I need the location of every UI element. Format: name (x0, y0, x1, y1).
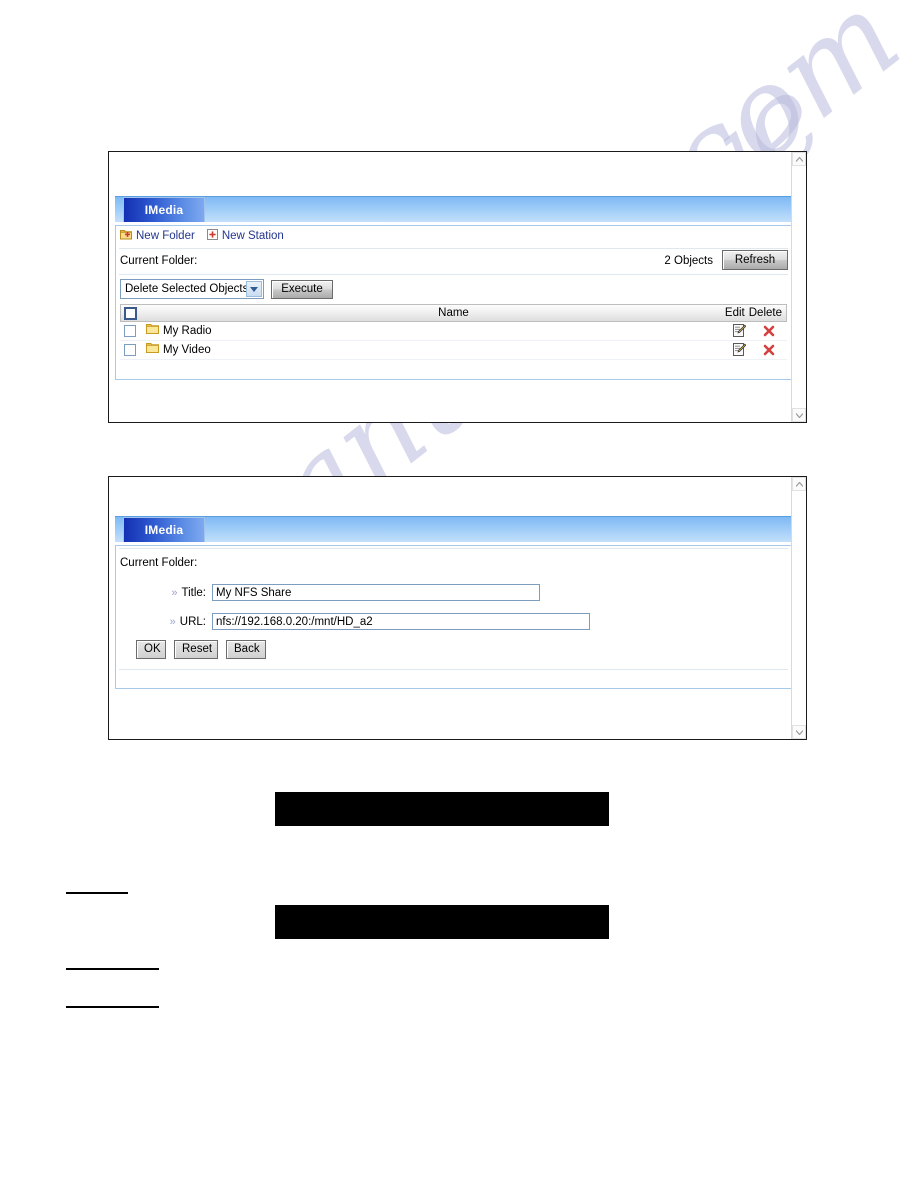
row-name-label: My Video (163, 344, 211, 356)
bulk-action-select[interactable]: Delete Selected Objects (120, 279, 264, 299)
underline-rule-2 (66, 968, 159, 970)
tab-imedia-1[interactable]: IMedia (123, 197, 205, 222)
form-button-row: OK Reset Back (136, 640, 266, 659)
screenshot-panel-edit-form: IMedia Current Folder: »Title: »URL: (108, 476, 807, 740)
column-header-edit: Edit (724, 307, 745, 319)
folder-icon (146, 322, 159, 340)
chevron-down-icon[interactable] (246, 281, 262, 297)
redaction-bar-bottom (275, 905, 609, 939)
current-folder-label-1: Current Folder: (120, 255, 198, 267)
scroll-up-icon[interactable] (792, 477, 806, 491)
reset-button[interactable]: Reset (174, 640, 218, 659)
content-box-2: Current Folder: »Title: »URL: OK Reset (115, 545, 791, 689)
underline-rule-1 (66, 892, 128, 894)
new-station-link[interactable]: New Station (206, 229, 284, 243)
edit-icon[interactable] (733, 343, 747, 361)
vertical-scrollbar-1[interactable] (791, 152, 806, 422)
table-header-row: Name Edit Delete (120, 304, 787, 322)
edit-icon[interactable] (733, 324, 747, 342)
execute-button[interactable]: Execute (271, 279, 333, 299)
refresh-button[interactable]: Refresh (722, 250, 788, 270)
row-name-cell: My Video (146, 341, 211, 359)
column-header-name: Name (438, 307, 469, 319)
row-name-cell: My Radio (146, 322, 212, 340)
action-bar: Delete Selected Objects Execute (120, 279, 333, 299)
back-button[interactable]: Back (226, 640, 266, 659)
title-field-row: » Title: (116, 584, 791, 601)
tab-strip-2: IMedia (115, 516, 791, 542)
scroll-down-icon[interactable] (792, 725, 806, 739)
tab-strip-1: IMedia (115, 196, 791, 222)
scroll-down-icon[interactable] (792, 408, 806, 422)
title-field-label: » Title: (171, 586, 206, 599)
panel-viewport-1: IMedia New Folder New Station Current Fo… (109, 152, 791, 422)
table-row[interactable]: My Video (120, 341, 787, 360)
toolbar-1: New Folder New Station (120, 229, 284, 243)
folder-add-icon (120, 229, 132, 243)
divider-1b (119, 274, 788, 275)
current-folder-row-2: Current Folder: (120, 554, 787, 572)
column-header-delete: Delete (748, 307, 782, 319)
bullet-icon: » (169, 615, 176, 628)
object-count: 2 Objects (664, 255, 713, 267)
current-folder-row-1: Current Folder: 2 Objects (120, 252, 787, 270)
ok-button[interactable]: OK (136, 640, 166, 659)
new-folder-link[interactable]: New Folder (120, 229, 195, 243)
divider-1a (119, 248, 788, 249)
row-checkbox[interactable] (124, 343, 136, 361)
url-input[interactable] (212, 613, 590, 630)
divider-2b (119, 669, 788, 670)
current-folder-label-2: Current Folder: (120, 557, 198, 569)
screenshot-panel-file-list: IMedia New Folder New Station Current Fo… (108, 151, 807, 423)
row-name-label: My Radio (163, 325, 212, 337)
panel-viewport-2: IMedia Current Folder: »Title: »URL: (109, 477, 791, 739)
url-field-label: » URL: (169, 615, 206, 628)
url-field-row: » URL: (116, 613, 791, 630)
table-row[interactable]: My Radio (120, 322, 787, 341)
objects-table: Name Edit Delete My Radio My Video (120, 304, 787, 360)
vertical-scrollbar-2[interactable] (791, 477, 806, 739)
new-folder-label: New Folder (136, 230, 195, 242)
content-box-1: New Folder New Station Current Folder: 2… (115, 225, 791, 380)
underline-rule-3 (66, 1006, 159, 1008)
redaction-bar-top (275, 792, 609, 826)
bulk-action-value: Delete Selected Objects (125, 283, 249, 295)
bullet-icon: » (171, 586, 178, 599)
row-checkbox[interactable] (124, 324, 136, 342)
title-input[interactable] (212, 584, 540, 601)
column-headers-actions: Edit Delete (725, 305, 782, 322)
delete-icon[interactable] (763, 343, 775, 361)
divider-2a (119, 548, 788, 549)
tab-imedia-2[interactable]: IMedia (123, 517, 205, 542)
new-station-label: New Station (221, 230, 284, 242)
delete-icon[interactable] (763, 324, 775, 342)
scroll-up-icon[interactable] (792, 152, 806, 166)
folder-icon (146, 341, 159, 359)
page-add-icon (206, 229, 218, 243)
